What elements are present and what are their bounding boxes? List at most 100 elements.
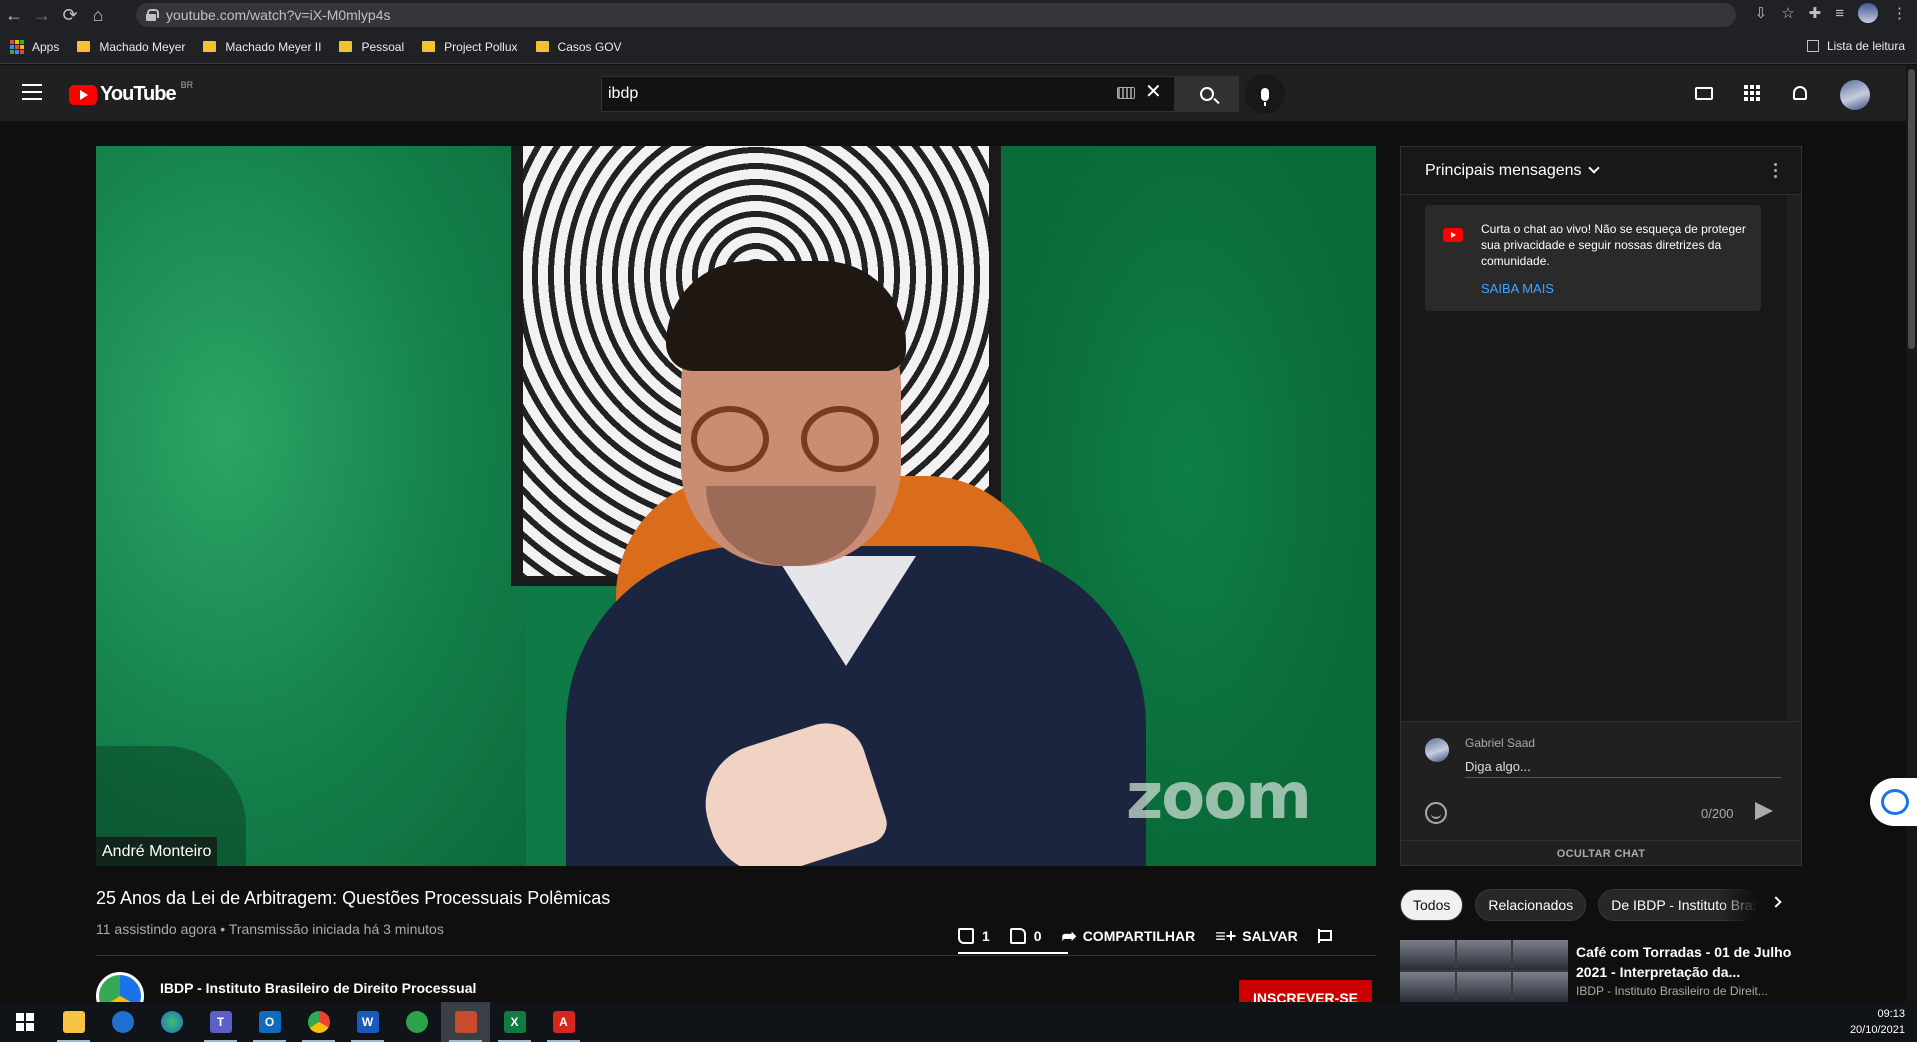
browser-menu-icon[interactable]: ⋮ <box>1892 4 1907 22</box>
bookmark-folder[interactable]: Machado Meyer <box>77 40 185 54</box>
search-button[interactable] <box>1175 76 1239 112</box>
youtube-header: YouTube BR ✕ <box>0 65 1906 121</box>
extensions-icon[interactable]: ✚ <box>1809 4 1822 22</box>
folder-icon <box>535 41 549 52</box>
chat-mode-label: Principais mensagens <box>1425 161 1582 179</box>
recommended-title[interactable]: Café com Torradas - 01 de Julho 2021 - I… <box>1576 942 1796 982</box>
create-video-icon[interactable] <box>1693 83 1715 103</box>
profile-avatar[interactable] <box>1858 3 1878 23</box>
home-icon[interactable]: ⌂ <box>84 1 112 29</box>
keyboard-icon[interactable] <box>1117 87 1135 99</box>
save-button[interactable]: ≡+ SALVAR <box>1215 926 1298 947</box>
back-icon[interactable]: ← <box>0 1 28 29</box>
windows-logo-icon <box>15 1013 34 1031</box>
chat-app-icon <box>111 1011 134 1033</box>
bookmark-folder[interactable]: Project Pollux <box>422 39 518 54</box>
media-icon[interactable]: ≡ <box>1835 5 1844 22</box>
taskbar-teams[interactable]: T <box>196 1002 245 1042</box>
chip-all[interactable]: Todos <box>1400 889 1464 921</box>
browser-toolbar: ← → ⟳ ⌂ youtube.com/watch?v=iX-M0mlyp4s … <box>0 0 1917 30</box>
live-chat-panel: Principais mensagens Curta o chat ao viv… <box>1400 146 1802 866</box>
bookmark-label: Pessoal <box>361 39 405 54</box>
youtube-play-icon <box>69 84 97 105</box>
youtube-icon <box>1443 228 1463 242</box>
taskbar-outlook[interactable]: O <box>245 1002 294 1042</box>
system-clock[interactable]: 09:13 20/10/2021 <box>1850 1006 1905 1038</box>
dislike-count: 0 <box>1033 928 1042 944</box>
folder-icon <box>203 41 217 52</box>
chat-scrollbar[interactable] <box>1787 195 1801 769</box>
youtube-apps-icon[interactable] <box>1741 83 1763 103</box>
like-button[interactable]: 1 <box>958 928 990 944</box>
file-explorer-icon <box>62 1011 85 1033</box>
taskbar-chat-app[interactable] <box>98 1002 147 1042</box>
notifications-bell-icon[interactable] <box>1789 83 1811 103</box>
speaker-hair <box>666 261 906 371</box>
filter-chips: Todos Relacionados De IBDP - Instituto B… <box>1400 889 1802 921</box>
folder-icon <box>77 41 91 52</box>
forward-icon[interactable]: → <box>28 1 56 29</box>
like-count: 1 <box>982 928 990 944</box>
video-thumbnail[interactable] <box>1400 940 1568 1002</box>
bookmark-label: Casos GOV <box>557 39 622 54</box>
star-icon[interactable]: ☆ <box>1781 4 1794 22</box>
account-avatar[interactable] <box>1840 80 1870 110</box>
youtube-logo[interactable]: YouTube BR <box>69 79 194 106</box>
taskbar-globe[interactable] <box>147 1002 196 1042</box>
taskbar-sync[interactable] <box>392 1002 441 1042</box>
apps-grid-icon <box>10 39 24 54</box>
reload-icon[interactable]: ⟳ <box>56 1 84 29</box>
voice-search-button[interactable] <box>1245 74 1285 114</box>
app-icon <box>454 1011 477 1033</box>
more-options-icon[interactable] <box>1774 163 1777 178</box>
report-button[interactable] <box>1317 929 1332 943</box>
clock-date: 20/10/2021 <box>1849 1024 1905 1036</box>
taskbar-chrome[interactable] <box>294 1002 343 1042</box>
video-player[interactable]: zoom André Monteiro <box>96 146 1376 866</box>
chevron-down-icon <box>1587 161 1600 174</box>
taskbar-active-app[interactable] <box>441 1002 490 1042</box>
folder-icon <box>339 41 353 52</box>
clear-search-icon[interactable]: ✕ <box>1145 79 1162 104</box>
taskbar-word[interactable]: W <box>343 1002 392 1042</box>
learn-more-link[interactable]: SAIBA MAIS <box>1481 281 1554 296</box>
bookmark-apps[interactable]: Apps <box>10 39 60 54</box>
taskbar-excel[interactable]: X <box>490 1002 539 1042</box>
recommended-video[interactable]: Café com Torradas - 01 de Julho 2021 - I… <box>1400 940 1800 1002</box>
channel-name[interactable]: IBDP - Instituto Brasileiro de Direito P… <box>160 980 476 996</box>
send-icon[interactable] <box>1755 802 1773 820</box>
chip-related[interactable]: Relacionados <box>1475 889 1587 921</box>
bookmark-folder[interactable]: Casos GOV <box>535 39 622 54</box>
chip-from-channel[interactable]: De IBDP - Instituto Brasileiro <box>1598 889 1759 921</box>
bookmark-label: Apps <box>32 39 60 54</box>
taskbar-file-explorer[interactable] <box>49 1002 98 1042</box>
char-counter: 0/200 <box>1701 806 1734 821</box>
url-text: youtube.com/watch?v=iX-M0mlyp4s <box>166 7 391 23</box>
reading-list-button[interactable]: Lista de leitura <box>1806 39 1905 53</box>
hide-chat-button[interactable]: OCULTAR CHAT <box>1401 840 1801 866</box>
hamburger-menu-icon[interactable] <box>22 84 42 100</box>
bookmark-label: Machado Meyer <box>99 39 186 54</box>
emoji-icon[interactable] <box>1425 802 1447 824</box>
start-button[interactable] <box>0 1002 49 1042</box>
clock-time: 09:13 <box>1877 1008 1905 1020</box>
country-code: BR <box>180 79 194 90</box>
taskbar-pdf[interactable]: A <box>539 1002 588 1042</box>
excel-icon: X <box>503 1011 526 1033</box>
chat-input-area: Gabriel Saad 0/200 OCULTAR CHAT <box>1401 721 1801 865</box>
bookmark-folder[interactable]: Machado Meyer II <box>203 40 321 54</box>
page-scrollbar[interactable] <box>1906 65 1917 1002</box>
chat-message-input[interactable] <box>1465 756 1781 778</box>
dislike-button[interactable]: 0 <box>1009 928 1042 944</box>
install-icon[interactable]: ⇩ <box>1755 4 1768 22</box>
share-icon: ➦ <box>1061 925 1077 946</box>
bookmark-label: Project Pollux <box>444 39 518 54</box>
share-button[interactable]: ➦ COMPARTILHAR <box>1062 926 1196 947</box>
chat-mode-selector[interactable]: Principais mensagens <box>1401 147 1801 195</box>
floating-assistant-icon[interactable] <box>1870 778 1917 826</box>
divider <box>96 955 1376 956</box>
search-input[interactable] <box>601 76 1175 112</box>
search-icon <box>1200 87 1214 101</box>
bookmark-folder[interactable]: Pessoal <box>339 40 404 54</box>
address-bar[interactable]: youtube.com/watch?v=iX-M0mlyp4s <box>136 3 1736 27</box>
